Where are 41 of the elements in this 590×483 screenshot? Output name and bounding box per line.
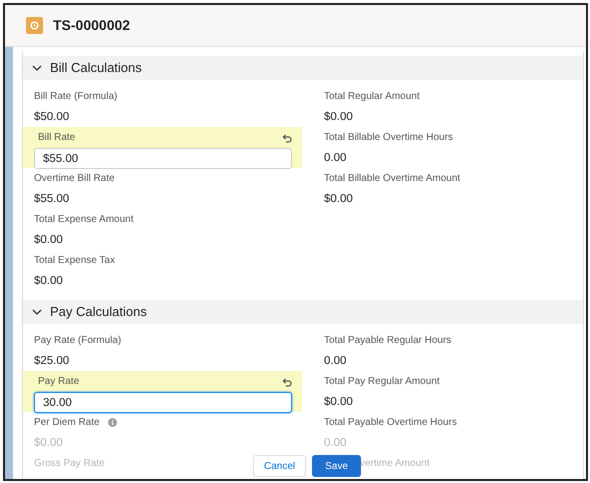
record-icon <box>26 17 43 34</box>
input-field[interactable]: $55.00 <box>34 148 292 169</box>
field-label: Gross Pay Rate <box>34 457 105 471</box>
undo-icon[interactable] <box>282 376 292 386</box>
field-label: Total Expense Amount <box>34 213 134 227</box>
field-value: $55.00 <box>34 192 70 207</box>
field-value: $0.00 <box>324 395 354 410</box>
field-label: Total Regular Amount <box>324 90 420 104</box>
field-value: $25.00 <box>34 354 70 369</box>
info-icon[interactable] <box>108 418 117 427</box>
chevron-icon <box>32 63 42 73</box>
record-title: TS-0000002 <box>53 16 130 35</box>
field-label: Total Billable Overtime Hours <box>324 131 453 145</box>
section-header[interactable]: Pay Calculations <box>23 300 583 324</box>
field-value: 0.00 <box>324 354 348 369</box>
field-value: 0.00 <box>324 151 348 166</box>
field-label: Pay Rate (Formula) <box>34 334 122 348</box>
field-value: $0.00 <box>34 233 64 248</box>
field-label: vertime Amount <box>360 457 430 471</box>
field-label: Bill Rate <box>38 131 76 145</box>
field-value: $0.00 <box>324 192 354 207</box>
field-label: Total Billable Overtime Amount <box>324 172 460 186</box>
field-label: Overtime Bill Rate <box>34 172 115 186</box>
field-value: $0.00 <box>324 110 354 125</box>
field-label: Total Pay Regular Amount <box>324 375 440 389</box>
field-label: Total Payable Overtime Hours <box>324 416 457 430</box>
field-label: Total Payable Regular Hours <box>324 334 452 348</box>
field-label: Bill Rate (Formula) <box>34 90 118 104</box>
input-field[interactable]: 30.00 <box>34 392 292 413</box>
chevron-icon <box>32 307 42 317</box>
field-value: $0.00 <box>34 436 64 451</box>
save-button[interactable]: Save <box>312 455 361 477</box>
field-value: 0.00 <box>324 436 348 451</box>
field-label: Total Expense Tax <box>34 254 115 268</box>
field-value: $50.00 <box>34 110 70 125</box>
field-value: $0.00 <box>34 274 64 289</box>
cancel-button[interactable]: Cancel <box>253 455 306 477</box>
section-header[interactable]: Bill Calculations <box>23 56 583 80</box>
field-label: Per Diem Rate <box>34 416 100 430</box>
field-label: Pay Rate <box>38 375 80 389</box>
undo-icon[interactable] <box>282 132 292 142</box>
